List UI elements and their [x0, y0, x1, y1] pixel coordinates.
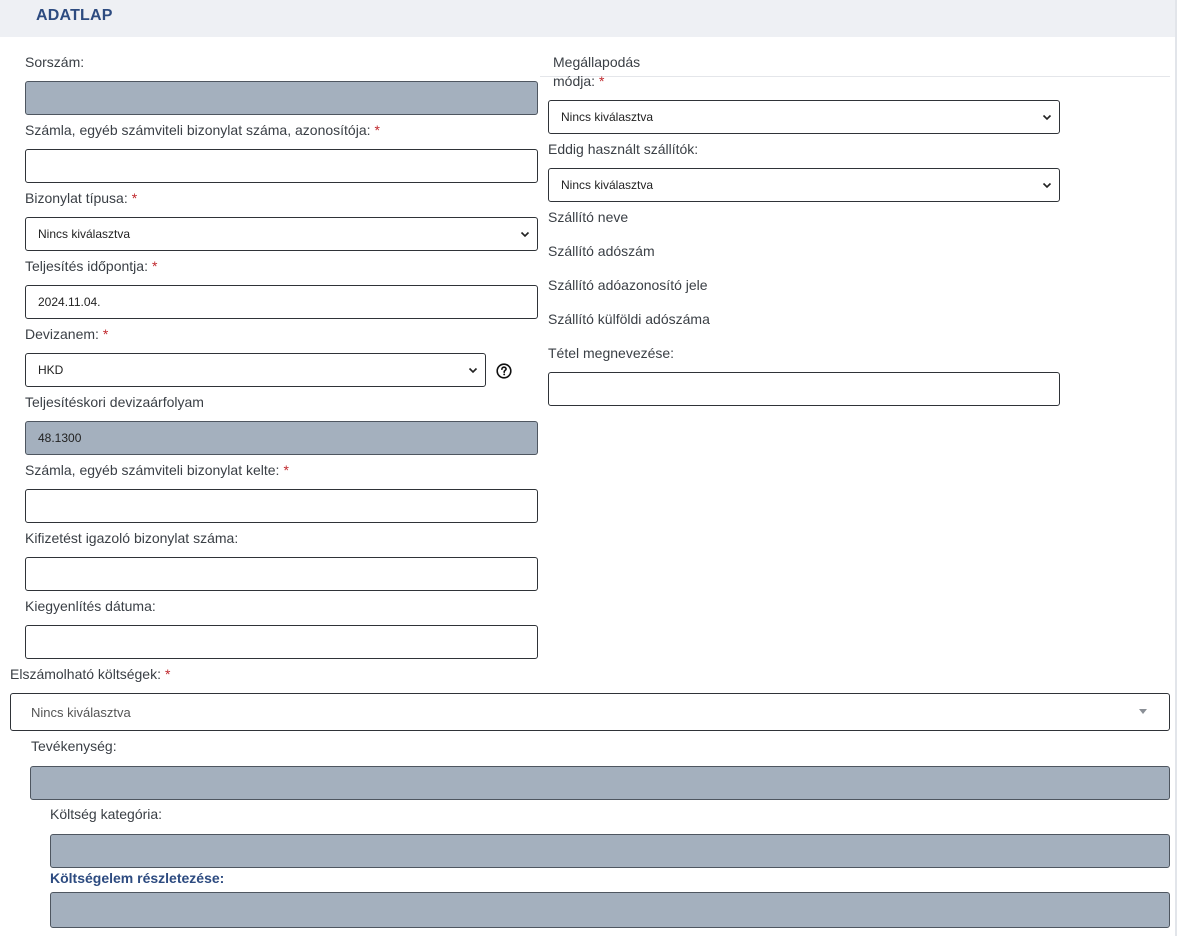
- form-title: ADATLAP: [36, 7, 113, 24]
- devizaarfolyam-label: Teljesítéskori devizaárfolyam: [25, 394, 204, 410]
- bizonylat-tipusa-label-text: Bizonylat típusa:: [25, 190, 128, 206]
- teljesites-idopontja-value: 2024.11.04.: [38, 295, 101, 309]
- koltseg-kategoria-field: [50, 834, 1170, 868]
- elszamolhato-multiselect[interactable]: Nincs kiválasztva: [10, 693, 1170, 731]
- tevekenyseg-field: [30, 766, 1170, 800]
- szamla-szam-label: Számla, egyéb számviteli bizonylat száma…: [25, 122, 380, 138]
- szallito-neve-label: Szállító neve: [548, 209, 629, 225]
- megallapodas-modja-label: Megállapodás módja: *: [553, 53, 673, 91]
- bizonylat-tipusa-select[interactable]: Nincs kiválasztva: [25, 217, 538, 251]
- chevron-down-icon: [467, 364, 479, 376]
- required-mark: *: [102, 326, 109, 342]
- megallapodas-modja-select[interactable]: Nincs kiválasztva: [548, 100, 1060, 134]
- bizonylat-tipusa-label: Bizonylat típusa: *: [25, 190, 137, 206]
- tetel-megnevezese-input[interactable]: [548, 372, 1060, 406]
- szallito-adoazonosito-label: Szállító adóazonosító jele: [548, 277, 708, 293]
- chevron-down-icon: [1041, 111, 1053, 123]
- required-mark: *: [131, 190, 138, 206]
- szallito-adoszam-label: Szállító adószám: [548, 243, 655, 259]
- koltseg-kategoria-label: Költség kategória:: [50, 806, 163, 822]
- required-mark: *: [164, 666, 171, 682]
- tevekenyseg-label: Tevékenység:: [31, 738, 117, 754]
- szallito-kulfoldi-label: Szállító külföldi adószáma: [548, 311, 710, 327]
- szamla-kelte-label-text: Számla, egyéb számviteli bizonylat kelte…: [25, 462, 280, 478]
- scroll-edge: [1175, 0, 1177, 936]
- form-header: ADATLAP: [0, 0, 1176, 37]
- sorszam-field: [25, 81, 538, 115]
- koltsegelem-label: Költségelem részletezése:: [50, 870, 225, 886]
- megallapodas-modja-label-text: Megállapodás módja:: [553, 54, 641, 89]
- elszamolhato-label: Elszámolható költségek: *: [10, 666, 170, 682]
- devizanem-value: HKD: [38, 363, 64, 377]
- devizanem-label-text: Devizanem:: [25, 326, 99, 342]
- bizonylat-tipusa-value: Nincs kiválasztva: [38, 227, 131, 241]
- eddig-hasznalt-select[interactable]: Nincs kiválasztva: [548, 168, 1060, 202]
- kiegyenlites-datuma-label: Kiegyenlítés dátuma:: [25, 598, 156, 614]
- eddig-hasznalt-value: Nincs kiválasztva: [561, 178, 654, 192]
- teljesites-idopontja-label: Teljesítés időpontja: *: [25, 258, 157, 274]
- required-mark: *: [283, 462, 289, 478]
- kifizetes-bizonylat-input[interactable]: [25, 557, 538, 591]
- required-mark: *: [374, 122, 380, 138]
- caret-down-icon: [1139, 709, 1147, 714]
- sorszam-label: Sorszám:: [25, 54, 85, 70]
- devizaarfolyam-value: 48.1300: [38, 431, 82, 445]
- elszamolhato-value: Nincs kiválasztva: [31, 704, 131, 720]
- szamla-kelte-label: Számla, egyéb számviteli bizonylat kelte…: [25, 462, 289, 478]
- szamla-kelte-input[interactable]: [25, 489, 538, 523]
- megallapodas-modja-value: Nincs kiválasztva: [561, 110, 654, 124]
- teljesites-idopontja-input[interactable]: 2024.11.04.: [25, 285, 538, 319]
- chevron-down-icon: [519, 228, 531, 240]
- devizanem-label: Devizanem: *: [25, 326, 108, 342]
- kifizetes-bizonylat-label: Kifizetést igazoló bizonylat száma:: [25, 530, 239, 546]
- question-circle-icon[interactable]: [496, 363, 512, 379]
- szamla-szam-input[interactable]: [25, 149, 538, 183]
- eddig-hasznalt-label: Eddig használt szállítók:: [548, 141, 699, 157]
- chevron-down-icon: [1041, 179, 1053, 191]
- devizanem-select[interactable]: HKD: [25, 353, 486, 387]
- teljesites-idopontja-label-text: Teljesítés időpontja:: [25, 258, 148, 274]
- koltsegelem-field: [50, 892, 1170, 928]
- required-mark: *: [151, 258, 158, 274]
- szamla-szam-label-text: Számla, egyéb számviteli bizonylat száma…: [25, 122, 371, 138]
- devizaarfolyam-field: 48.1300: [25, 421, 538, 455]
- required-mark: *: [599, 73, 605, 89]
- elszamolhato-label-text: Elszámolható költségek:: [10, 666, 161, 682]
- tetel-megnevezese-label: Tétel megnevezése:: [548, 345, 675, 361]
- kiegyenlites-datuma-input[interactable]: [25, 625, 538, 659]
